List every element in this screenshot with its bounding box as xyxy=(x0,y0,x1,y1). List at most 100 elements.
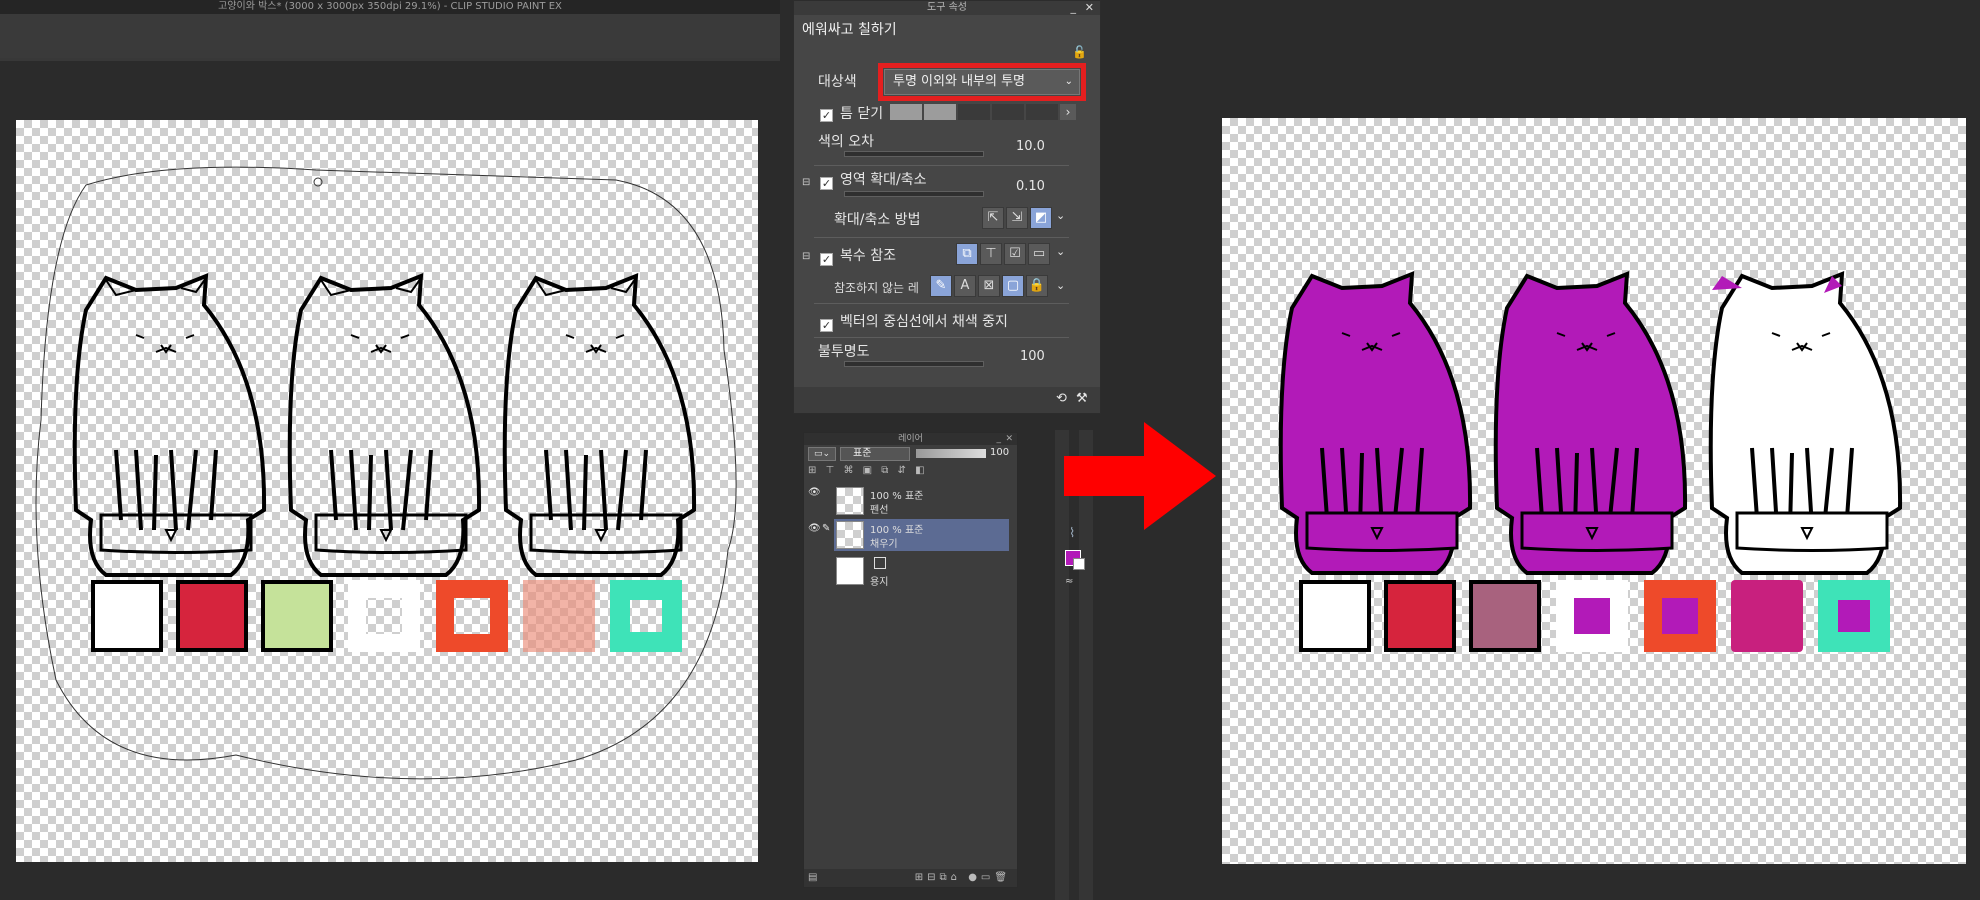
gap-level-4[interactable] xyxy=(992,104,1024,120)
divider xyxy=(814,337,1069,338)
close-gap-label: 틈 닫기 xyxy=(840,106,884,122)
opacity-slider[interactable] xyxy=(844,361,984,367)
target-color-label: 대상색 xyxy=(818,74,857,90)
layer-panel-header: 레이어 _ ✕ xyxy=(804,433,1017,445)
close-icon[interactable]: ✕ xyxy=(1005,433,1013,445)
swatch-white-frame-filled xyxy=(1556,580,1628,652)
reset-icon[interactable]: ⟲ xyxy=(1056,391,1067,406)
tool-bar[interactable] xyxy=(0,36,780,59)
expand-label: 영역 확대/축소 xyxy=(840,172,927,188)
layer-mode: 100 % 표준 xyxy=(870,491,924,502)
divider xyxy=(814,303,1069,304)
target-color-select[interactable]: 투명 이외와 내부의 투명 ⌄ xyxy=(884,69,1080,95)
not-ref-text-icon[interactable]: A xyxy=(954,275,976,297)
chevron-down-icon[interactable]: ⌄ xyxy=(1056,245,1065,258)
layer-footer-toolbar[interactable]: ▤ ⊞⊟⧉⌂ ●▭🗑 xyxy=(804,869,1017,887)
swatch-teal-frame xyxy=(610,580,682,652)
layer-opacity-value[interactable]: 100 xyxy=(990,447,1009,458)
layer-name: 용지 xyxy=(870,577,889,588)
layer-thumbnail xyxy=(836,557,864,585)
ref-folder-icon[interactable]: ▭ xyxy=(1028,243,1050,265)
swatch-red xyxy=(1384,580,1456,652)
target-color-value: 투명 이외와 내부의 투명 xyxy=(893,74,1025,89)
tolerance-slider[interactable] xyxy=(844,151,984,157)
ref-all-layers-icon[interactable]: ⧉ xyxy=(956,243,978,265)
pen-icon: ✎ xyxy=(822,523,831,534)
arrow-right-icon xyxy=(1064,422,1216,530)
layer-row[interactable]: 용지 xyxy=(834,555,1009,588)
window-title: 고양이와 박스* (3000 x 3000px 350dpi 29.1%) - … xyxy=(0,0,780,14)
swatch-orange-frame-filled xyxy=(1644,580,1716,652)
cats-lineart-before xyxy=(35,166,737,780)
expand-darkest-icon[interactable]: ◩ xyxy=(1030,207,1052,229)
layer-thumbnail xyxy=(836,521,864,549)
vector-checkbox[interactable]: ✓ xyxy=(820,315,833,334)
gap-level-2[interactable] xyxy=(924,104,956,120)
not-ref-edit-icon[interactable]: ⊠ xyxy=(978,275,1000,297)
not-ref-lock-icon[interactable]: 🔒 xyxy=(1026,275,1048,297)
gap-level-1[interactable] xyxy=(890,104,922,120)
canvas-after[interactable] xyxy=(1222,118,1966,864)
ref-layer-icon[interactable]: ⊤ xyxy=(980,243,1002,265)
layer-row[interactable]: 100 % 표준 펜선 xyxy=(834,485,1009,517)
layer-panel: 레이어 _ ✕ ▭⌄ 표준 100 ⊞ ⊤ ⌘ ▣ ⧉ ⇵ ◧ 👁 100 % … xyxy=(803,432,1018,888)
tool-panel-header-label: 도구 속성 xyxy=(927,2,967,13)
expand-round-icon[interactable]: ⇲ xyxy=(1006,207,1028,229)
expand-square-icon[interactable]: ⇱ xyxy=(982,207,1004,229)
cats-filled-after xyxy=(1278,272,1903,575)
eye-icon[interactable]: 👁 xyxy=(808,523,821,534)
color-mode-icon[interactable]: ≈ xyxy=(1065,576,1073,587)
opacity-label: 불투명도 xyxy=(818,344,870,360)
layer-name: 채우기 xyxy=(870,539,898,550)
swatch-magenta xyxy=(1731,580,1803,652)
gap-level-5[interactable] xyxy=(1026,104,1058,120)
not-ref-draft-icon[interactable]: ✎ xyxy=(930,275,952,297)
paper-icon xyxy=(874,557,886,569)
swatch-white-frame xyxy=(348,580,420,652)
close-icon[interactable]: ✕ xyxy=(1085,1,1094,15)
wrench-icon[interactable]: ⚒ xyxy=(1076,391,1088,406)
divider xyxy=(814,237,1069,238)
swatch-teal-frame-filled xyxy=(1818,580,1890,652)
ref-selected-icon[interactable]: ☑ xyxy=(1004,243,1026,265)
tool-panel-header: 도구 속성 _ ✕ xyxy=(794,1,1100,15)
command-bar[interactable] xyxy=(0,14,780,37)
eye-icon[interactable]: 👁 xyxy=(808,487,821,498)
opacity-value[interactable]: 100 xyxy=(1020,349,1045,364)
canvas-before[interactable] xyxy=(16,120,758,862)
chevron-down-icon[interactable]: ⌄ xyxy=(1056,209,1065,222)
layer-name: 펜선 xyxy=(870,505,889,516)
layer-row-selected[interactable]: 100 % 표준 채우기 xyxy=(834,519,1009,551)
lock-icon[interactable]: 🔓 xyxy=(1072,45,1087,59)
blend-mode-select[interactable]: 표준 xyxy=(840,447,910,461)
layer-toolbar[interactable]: ⊞ ⊤ ⌘ ▣ ⧉ ⇵ ◧ xyxy=(808,465,1014,479)
multi-ref-label: 복수 참조 xyxy=(840,248,896,264)
chevron-right-icon[interactable]: › xyxy=(1060,104,1076,120)
not-ref-label: 참조하지 않는 레 xyxy=(834,281,919,295)
minimize-icon[interactable]: _ xyxy=(997,433,1002,445)
multi-ref-checkbox[interactable]: ✓ xyxy=(820,249,833,268)
minimize-icon[interactable]: _ xyxy=(1071,1,1077,15)
layer-opacity-slider[interactable] xyxy=(916,449,986,458)
swatch-mauve xyxy=(1469,580,1541,652)
chevron-down-icon: ⌄ xyxy=(1064,76,1073,87)
swatch-red xyxy=(176,580,248,652)
divider xyxy=(814,165,1069,166)
sub-color-swatch[interactable] xyxy=(1073,558,1085,570)
chevron-down-icon[interactable]: ⌄ xyxy=(1056,279,1065,292)
not-ref-paper-icon[interactable]: ▢ xyxy=(1002,275,1024,297)
tool-panel-footer: ⟲ ⚒ xyxy=(794,387,1100,413)
expand-slider[interactable] xyxy=(844,191,984,197)
gap-level-3[interactable] xyxy=(958,104,990,120)
vector-label: 벡터의 중심선에서 채색 중지 xyxy=(840,314,1008,330)
swatch-white xyxy=(91,580,163,652)
expand-value[interactable]: 0.10 xyxy=(1016,179,1045,194)
collapse-icon[interactable]: ⊟ xyxy=(802,251,810,262)
tolerance-value[interactable]: 10.0 xyxy=(1016,139,1045,154)
collapse-icon[interactable]: ⊟ xyxy=(802,177,810,188)
layer-thumbnail xyxy=(836,487,864,515)
close-gap-checkbox[interactable]: ✓ xyxy=(820,105,833,124)
toolbar-divider xyxy=(0,58,780,61)
layer-color-select[interactable]: ▭⌄ xyxy=(808,447,836,461)
expand-checkbox[interactable]: ✓ xyxy=(820,173,833,192)
